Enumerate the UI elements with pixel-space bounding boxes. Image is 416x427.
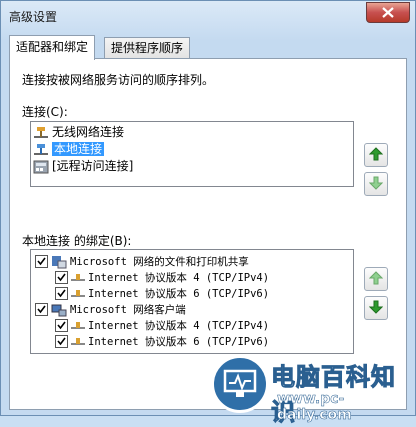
binding-item[interactable]: Internet 协议版本 4 (TCP/IPv4)	[55, 317, 269, 334]
arrow-up-icon	[369, 147, 383, 161]
checkbox[interactable]	[35, 255, 48, 268]
arrow-down-icon	[369, 176, 383, 190]
title-bar[interactable]: 高级设置	[1, 1, 415, 31]
connections-label: 连接(C):	[22, 105, 68, 119]
binding-move-up-button[interactable]	[364, 267, 388, 291]
move-up-button[interactable]	[364, 143, 388, 167]
binding-move-down-button[interactable]	[364, 296, 388, 320]
watermark: 电脑百科知识 www.pc-daily.com	[199, 349, 416, 427]
checkmark-icon	[37, 305, 46, 314]
close-icon	[382, 7, 394, 18]
binding-item[interactable]: Internet 协议版本 6 (TCP/IPv6)	[55, 285, 269, 302]
network-icon	[34, 126, 48, 138]
checkmark-icon	[57, 273, 66, 282]
binding-group-file-printer-sharing[interactable]: Microsoft 网络的文件和打印机共享	[35, 253, 249, 270]
checkbox[interactable]	[55, 335, 68, 348]
binding-group-network-client[interactable]: Microsoft 网络客户端	[35, 301, 186, 318]
connections-list[interactable]: 无线网络连接 本地连接 [远程访问连接]	[30, 121, 354, 187]
protocol-icon	[71, 273, 85, 281]
checkbox[interactable]	[55, 271, 68, 284]
binding-item[interactable]: Internet 协议版本 6 (TCP/IPv6)	[55, 333, 269, 350]
watermark-logo	[211, 355, 269, 413]
checkbox[interactable]	[35, 303, 48, 316]
window-title: 高级设置	[9, 10, 58, 24]
binding-item[interactable]: Internet 协议版本 4 (TCP/IPv4)	[55, 269, 269, 286]
connection-item-wireless[interactable]: 无线网络连接	[33, 124, 124, 141]
description-text: 连接按被网络服务访问的顺序排列。	[22, 73, 215, 87]
protocol-icon	[71, 337, 85, 345]
checkbox[interactable]	[55, 319, 68, 332]
advanced-settings-window: 高级设置 适配器和绑定 提供程序顺序 连接按被网络服务访问的顺序排列。 连接(C…	[0, 0, 416, 427]
connection-item-remote[interactable]: [远程访问连接]	[33, 158, 133, 175]
checkmark-icon	[37, 257, 46, 266]
tab-adapters-bindings[interactable]: 适配器和绑定	[9, 35, 96, 60]
file-printer-sharing-icon	[52, 255, 67, 268]
connection-item-local[interactable]: 本地连接	[33, 141, 105, 158]
checkbox[interactable]	[55, 287, 68, 300]
network-icon	[34, 143, 48, 155]
remote-access-icon	[33, 160, 49, 173]
watermark-url: www.pc-daily.com	[277, 391, 352, 424]
checkmark-icon	[57, 321, 66, 330]
protocol-icon	[71, 289, 85, 297]
network-client-icon	[51, 304, 67, 316]
arrow-up-icon	[369, 271, 383, 285]
checkmark-icon	[57, 337, 66, 346]
bindings-tree[interactable]: Microsoft 网络的文件和打印机共享 Internet 协议版本 4 (T…	[30, 249, 354, 354]
close-button[interactable]	[366, 2, 410, 23]
arrow-down-icon	[369, 300, 383, 314]
tab-provider-order[interactable]: 提供程序顺序	[104, 37, 191, 59]
bindings-label: 本地连接 的绑定(B):	[22, 234, 132, 248]
move-down-button[interactable]	[364, 172, 388, 196]
protocol-icon	[71, 321, 85, 329]
monitor-icon	[223, 369, 257, 397]
checkmark-icon	[57, 289, 66, 298]
